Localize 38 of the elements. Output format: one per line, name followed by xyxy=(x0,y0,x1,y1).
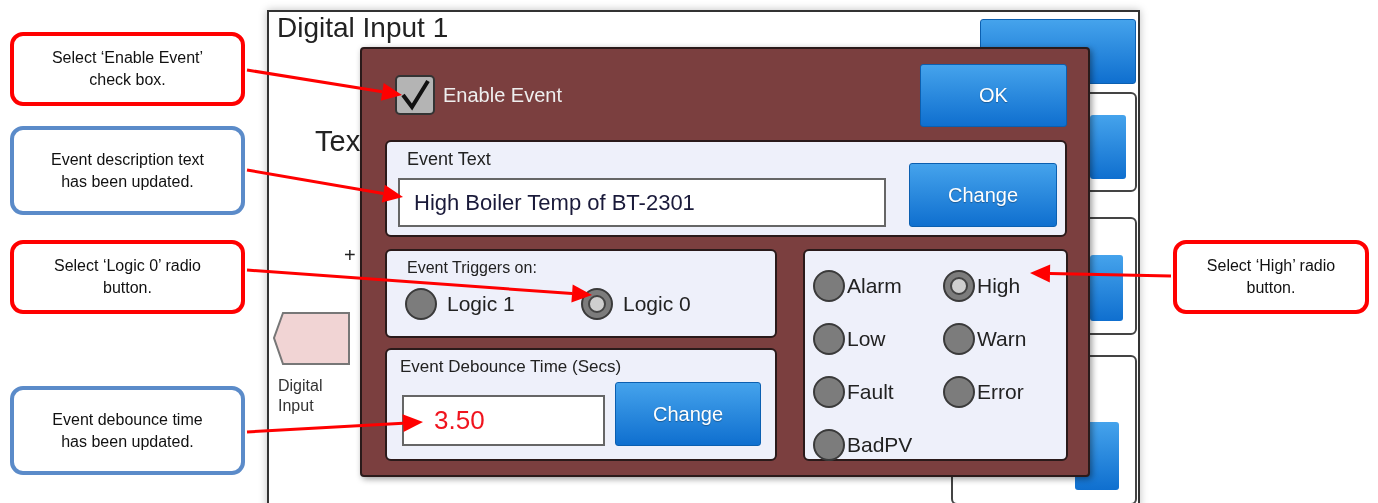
screen-title: Digital Input 1 xyxy=(277,13,449,44)
radio-button[interactable] xyxy=(813,375,845,408)
event-text-field[interactable]: High Boiler Temp of BT-2301 xyxy=(398,178,886,227)
node-label: Digital Input xyxy=(278,376,324,416)
checkbox[interactable] xyxy=(395,75,435,115)
radio-label: Fault xyxy=(847,378,894,405)
radio-button[interactable] xyxy=(813,269,845,302)
callout-box: Select ‘Logic 0’ radio button. xyxy=(10,240,245,314)
radio-button[interactable] xyxy=(813,428,845,461)
callout-box: Select ‘Enable Event’ check box. xyxy=(10,32,245,106)
radio-label: Logic 0 xyxy=(623,291,691,318)
radio-button[interactable] xyxy=(943,269,975,302)
section-heading: Event Debounce Time (Secs) xyxy=(400,356,623,378)
plus-sign: + xyxy=(344,243,356,268)
callout-box: Event description text has been updated. xyxy=(10,126,245,215)
change-button[interactable]: Change xyxy=(614,381,761,446)
radio-button[interactable] xyxy=(813,322,845,355)
section-heading: Event Text xyxy=(407,148,492,171)
screen-label: Tex xyxy=(315,124,361,159)
section-heading: Event Triggers on: xyxy=(407,258,538,278)
radio-button[interactable] xyxy=(405,288,437,320)
radio-label: Warn xyxy=(977,325,1027,352)
radio-label: Error xyxy=(977,378,1024,405)
radio-label: BadPV xyxy=(847,431,913,458)
ok-button[interactable]: OK xyxy=(920,63,1067,127)
checkbox-label: Enable Event xyxy=(443,83,562,108)
callout-box: Select ‘High’ radio button. xyxy=(1173,240,1369,314)
radio-button[interactable] xyxy=(943,375,975,408)
input-node-icon xyxy=(273,312,351,366)
radio-button[interactable] xyxy=(943,322,975,355)
debounce-field[interactable]: 3.50 xyxy=(402,394,605,446)
radio-label: Alarm xyxy=(847,272,902,299)
change-button[interactable]: Change xyxy=(909,163,1057,227)
radio-label: Logic 1 xyxy=(447,291,515,318)
radio-button[interactable] xyxy=(581,288,613,320)
radio-label: High xyxy=(977,272,1021,299)
callout-box: Event debounce time has been updated. xyxy=(10,386,245,475)
radio-label: Low xyxy=(847,325,886,352)
